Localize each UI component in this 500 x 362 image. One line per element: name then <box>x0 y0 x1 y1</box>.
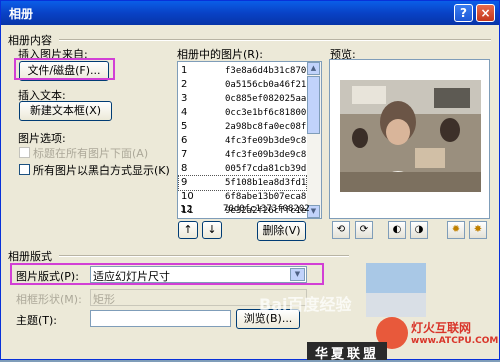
frame-shape-label: 相框形状(M): <box>16 293 82 306</box>
close-button[interactable]: × <box>476 4 495 22</box>
preview-pane <box>329 59 490 219</box>
brightness-down-icon[interactable]: ✸ <box>469 221 487 239</box>
list-item-partial: 12 70d0fc1373f08202 <box>180 204 310 215</box>
title-bar[interactable]: 相册 ? × <box>1 1 499 25</box>
move-up-button[interactable]: ↑ <box>178 221 198 239</box>
help-button[interactable]: ? <box>454 4 473 22</box>
move-down-button[interactable]: ↓ <box>202 221 222 239</box>
list-item[interactable]: 7 4fc3fe09b3de9c8 <box>179 148 306 162</box>
theme-label: 主题(T): <box>16 314 58 327</box>
theme-input[interactable] <box>90 310 231 327</box>
contrast-up-icon[interactable]: ◐ <box>388 221 406 239</box>
list-item[interactable]: 8 005f7cda81cb39d <box>179 162 306 176</box>
new-textbox-button[interactable]: 新建文本框(X) <box>19 101 112 121</box>
layout-preview-thumbnail <box>366 263 426 317</box>
list-item[interactable]: 5 2a98bc8fa0ec08f <box>179 120 306 134</box>
all-bw-label: 所有图片以黑白方式显示(K) <box>33 164 170 177</box>
group-divider <box>59 39 491 41</box>
rotate-left-icon[interactable]: ⟲ <box>332 221 350 239</box>
frame-shape-value: 矩形 <box>93 293 115 306</box>
list-scrollbar[interactable]: ▲ ▼ <box>307 62 321 218</box>
delete-button[interactable]: 删除(V) <box>257 221 306 241</box>
scroll-up-icon[interactable]: ▲ <box>307 62 320 75</box>
preview-photo <box>330 60 489 218</box>
caption-below-label: 标题在所有图片下面(A) <box>33 147 149 160</box>
layout-group-label: 相册版式 <box>8 250 52 263</box>
list-item[interactable]: 10 6f8abe13b07eca8 <box>179 190 306 204</box>
baidu-watermark: Bai百度经验 <box>259 295 352 314</box>
highlight-box <box>14 58 115 80</box>
caption-below-checkbox[interactable] <box>19 147 30 158</box>
list-item[interactable]: 1 f3e8a6d4b31c8707 <box>179 64 312 78</box>
list-item-selected[interactable]: 9 5f108b1ea8d3fd1 <box>178 175 307 191</box>
site-url: www.ATCPU.COM <box>411 336 499 346</box>
footer-text: 华夏联盟 <box>315 347 380 362</box>
album-dialog: 相册 ? × 相册内容 插入图片来自: 文件/磁盘(F)... 插入文本: 新建… <box>0 0 500 362</box>
rotate-right-icon[interactable]: ⟳ <box>355 221 373 239</box>
all-bw-checkbox[interactable] <box>19 164 30 175</box>
highlight-box <box>10 263 324 285</box>
scroll-thumb[interactable] <box>307 76 320 134</box>
list-item[interactable]: 2 0a5156cb0a46f21f <box>179 78 312 92</box>
site-name: 灯火互联网 <box>411 321 472 335</box>
picture-options-label: 图片选项: <box>18 132 66 145</box>
contrast-down-icon[interactable]: ◑ <box>410 221 428 239</box>
window-title: 相册 <box>9 7 34 21</box>
list-item[interactable]: 3 0c885ef082025aa <box>179 92 306 106</box>
list-label: 相册中的图片(R): <box>177 48 263 61</box>
group-divider <box>59 255 349 257</box>
pictures-listbox[interactable]: 1 f3e8a6d4b31c8707 2 0a5156cb0a46f21f 3 0c8… <box>177 61 322 219</box>
list-item[interactable]: 6 4fc3fe09b3de9c8 <box>179 134 306 148</box>
list-item[interactable]: 4 0cc3e1bf6c81800 <box>179 106 306 120</box>
brightness-up-icon[interactable]: ✹ <box>447 221 465 239</box>
